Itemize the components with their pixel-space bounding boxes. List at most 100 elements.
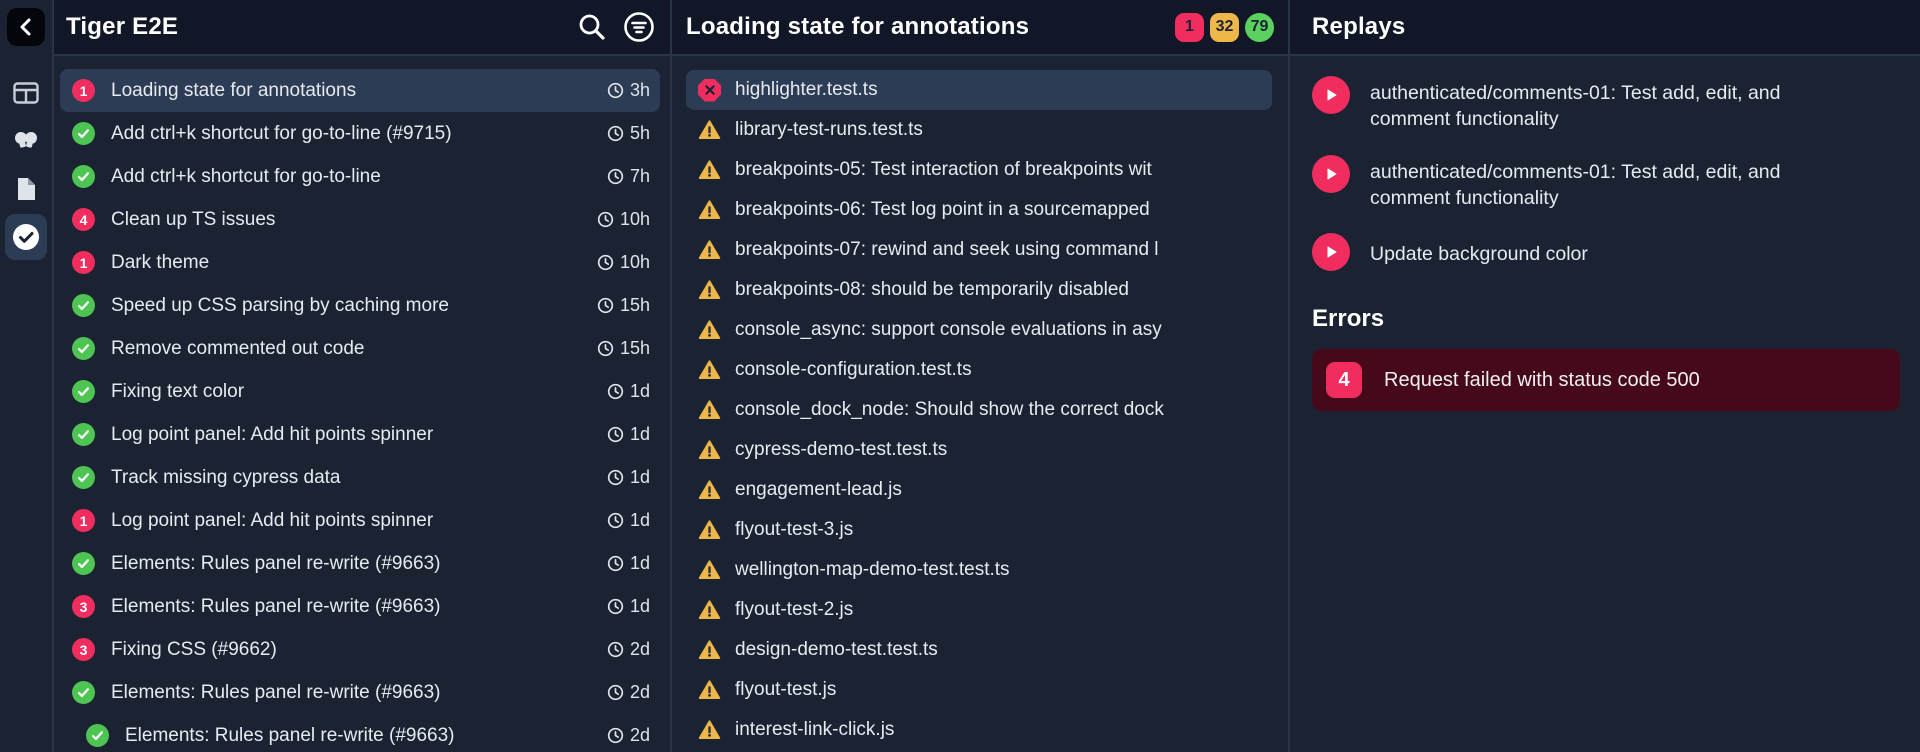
test-label: interest-link-click.js (735, 719, 895, 740)
test-count-badge: 1 (1175, 12, 1204, 42)
test-row[interactable]: library-test-runs.test.ts (686, 110, 1272, 150)
task-row[interactable]: Remove commented out code 15h (60, 327, 660, 370)
task-row[interactable]: 1 Dark theme 10h (60, 241, 660, 284)
task-row[interactable]: Speed up CSS parsing by caching more 15h (60, 284, 660, 327)
task-row[interactable]: 1 Loading state for annotations 3h (60, 69, 660, 112)
test-row[interactable]: breakpoints-08: should be temporarily di… (686, 270, 1272, 310)
test-row[interactable]: flyout-test.js (686, 670, 1272, 710)
clock-icon (597, 340, 614, 357)
replay-item[interactable]: authenticated/comments-01: Test add, edi… (1312, 154, 1900, 212)
task-row[interactable]: Track missing cypress data 1d (60, 456, 660, 499)
task-label: Log point panel: Add hit points spinner (111, 509, 434, 531)
search-button[interactable] (576, 11, 608, 43)
task-time-value: 1d (629, 596, 650, 616)
task-row[interactable]: Fixing text color 1d (60, 370, 660, 413)
test-label: engagement-lead.js (735, 479, 902, 500)
rail-item-suggestions[interactable] (5, 118, 47, 164)
task-row[interactable]: Add ctrl+k shortcut for go-to-line 7h (60, 155, 660, 198)
warning-triangle-icon (698, 279, 721, 302)
warning-triangle-icon (698, 599, 721, 622)
task-time-value: 15h (619, 338, 650, 358)
warning-triangle-icon (698, 359, 721, 382)
task-time: 15h (597, 338, 650, 359)
task-label: Fixing CSS (#9662) (111, 638, 277, 660)
task-time: 10h (597, 252, 650, 273)
task-row[interactable]: 3 Fixing CSS (#9662) 2d (60, 628, 660, 671)
task-time-value: 5h (629, 123, 650, 143)
test-count-badges: 1 32 79 (1175, 12, 1274, 42)
replay-label: authenticated/comments-01: Test add, edi… (1370, 160, 1781, 209)
replays-panel-header: Replays (1290, 0, 1920, 56)
task-time: 1d (607, 553, 650, 574)
task-time-value: 1d (629, 553, 650, 573)
task-row[interactable]: Add ctrl+k shortcut for go-to-line (#971… (60, 112, 660, 155)
filter-button[interactable] (622, 10, 656, 44)
tests-panel-title: Loading state for annotations (686, 13, 1030, 40)
rail-item-docs[interactable] (5, 166, 47, 212)
clock-icon (607, 641, 624, 658)
test-label: console_dock_node: Should show the corre… (735, 399, 1164, 420)
task-row[interactable]: Elements: Rules panel re-write (#9663) 2… (60, 671, 660, 714)
task-row[interactable]: Elements: Rules panel re-write (#9663) 2… (60, 714, 660, 752)
pass-check-icon (72, 294, 95, 317)
test-row[interactable]: flyout-test-3.js (686, 510, 1272, 550)
warning-triangle-icon (698, 639, 721, 662)
play-icon (1312, 154, 1350, 193)
collapse-sidebar-button[interactable] (7, 8, 45, 46)
error-count-badge: 1 (72, 509, 95, 532)
test-row[interactable]: flyout-test-2.js (686, 590, 1272, 630)
tasks-panel-title: Tiger E2E (66, 13, 179, 40)
error-count-badge: 1 (72, 79, 95, 102)
task-label: Elements: Rules panel re-write (#9663) (111, 552, 441, 574)
test-row[interactable]: breakpoints-06: Test log point in a sour… (686, 190, 1272, 230)
test-label: cypress-demo-test.test.ts (735, 439, 948, 460)
replay-item[interactable]: authenticated/comments-01: Test add, edi… (1312, 76, 1900, 133)
test-label: wellington-map-demo-test.test.ts (735, 559, 1010, 580)
task-time: 2d (607, 682, 650, 703)
task-label: Add ctrl+k shortcut for go-to-line (111, 165, 381, 187)
clock-icon (597, 254, 614, 271)
test-row[interactable]: wellington-map-demo-test.test.ts (686, 550, 1272, 590)
test-row[interactable]: engagement-lead.js (686, 470, 1272, 510)
test-row[interactable]: highlighter.test.ts (686, 70, 1272, 110)
task-time-value: 10h (619, 252, 650, 272)
test-label: highlighter.test.ts (735, 79, 878, 100)
error-count-badge: 3 (72, 638, 95, 661)
test-row[interactable]: cypress-demo-test.test.ts (686, 430, 1272, 470)
test-row[interactable]: interest-link-click.js (686, 710, 1272, 750)
test-row[interactable]: breakpoints-07: rewind and seek using co… (686, 230, 1272, 270)
play-icon (1312, 76, 1350, 114)
replay-label: authenticated/comments-01: Test add, edi… (1370, 82, 1781, 131)
error-banner[interactable]: 4 Request failed with status code 500 (1312, 349, 1900, 412)
replay-item[interactable]: Update background color (1312, 233, 1900, 272)
task-row[interactable]: 4 Clean up TS issues 10h (60, 198, 660, 241)
error-count-badge: 1 (72, 251, 95, 274)
test-list: highlighter.test.ts library-test-runs.te… (672, 56, 1288, 752)
task-list: 1 Loading state for annotations 3h Add c… (54, 56, 670, 752)
warning-triangle-icon (698, 719, 721, 742)
rail-item-tests[interactable] (5, 214, 47, 260)
task-label: Log point panel: Add hit points spinner (111, 423, 434, 445)
task-time: 1d (607, 467, 650, 488)
rail-item-layout[interactable] (5, 70, 47, 116)
test-row[interactable]: design-demo-test.test.ts (686, 630, 1272, 670)
task-time: 15h (597, 295, 650, 316)
clock-icon (607, 684, 624, 701)
pass-check-icon (72, 466, 95, 489)
test-row[interactable]: console_async: support console evaluatio… (686, 310, 1272, 350)
warning-triangle-icon (698, 239, 721, 262)
task-row[interactable]: 3 Elements: Rules panel re-write (#9663)… (60, 585, 660, 628)
task-row[interactable]: Log point panel: Add hit points spinner … (60, 413, 660, 456)
test-row[interactable]: console_dock_node: Should show the corre… (686, 390, 1272, 430)
task-label: Loading state for annotations (111, 79, 357, 101)
task-time-value: 1d (629, 467, 650, 487)
task-row[interactable]: 1 Log point panel: Add hit points spinne… (60, 499, 660, 542)
task-row[interactable]: Elements: Rules panel re-write (#9663) 1… (60, 542, 660, 585)
replays-body: authenticated/comments-01: Test add, edi… (1290, 56, 1920, 752)
warning-triangle-icon (698, 119, 721, 142)
test-row[interactable]: console-configuration.test.ts (686, 350, 1272, 390)
task-time: 5h (607, 123, 650, 144)
test-row[interactable]: breakpoints-05: Test interaction of brea… (686, 150, 1272, 190)
task-label: Clean up TS issues (111, 208, 276, 230)
test-label: flyout-test-2.js (735, 599, 854, 620)
